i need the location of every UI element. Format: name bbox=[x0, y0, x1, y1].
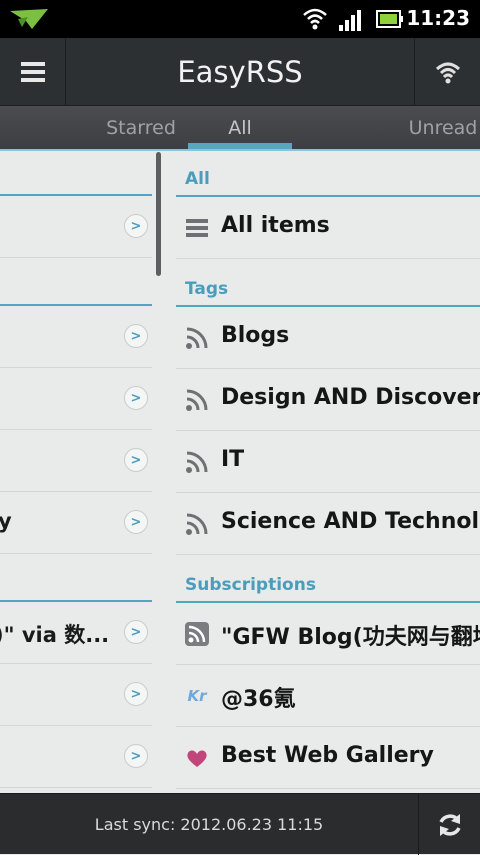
left-pane: > > > > y > )" via 数... > > > bbox=[0, 151, 152, 793]
chevron-right-icon[interactable]: > bbox=[124, 620, 148, 644]
list-item-tag[interactable]: Science AND Technology bbox=[176, 493, 480, 555]
tab-unread[interactable]: Unread bbox=[398, 106, 480, 150]
bottom-bar: Last sync: 2012.06.23 11:15 bbox=[0, 793, 480, 855]
chevron-right-icon[interactable]: > bbox=[124, 510, 148, 534]
wifi-icon bbox=[435, 62, 460, 84]
section-label: Tags bbox=[185, 279, 229, 299]
rss-icon bbox=[185, 388, 209, 412]
status-bar: 11:23 bbox=[0, 0, 480, 38]
list-item-tag[interactable]: IT bbox=[176, 431, 480, 493]
app-title: EasyRSS bbox=[177, 55, 303, 89]
list-item-text: y bbox=[0, 509, 12, 533]
rss-icon bbox=[185, 512, 209, 536]
network-button[interactable] bbox=[414, 38, 480, 106]
list-item-subscription[interactable]: Kr @36氪 bbox=[176, 665, 480, 727]
chevron-right-icon[interactable]: > bbox=[124, 448, 148, 472]
list-item-tag[interactable]: Blogs bbox=[176, 307, 480, 369]
item-label: Best Web Gallery bbox=[221, 743, 434, 768]
section-label: All bbox=[185, 169, 210, 189]
list-item[interactable]: y > bbox=[0, 492, 152, 554]
list-item[interactable]: > bbox=[0, 664, 152, 726]
list-item-text: )" via 数... bbox=[0, 623, 110, 647]
tab-starred[interactable]: Starred bbox=[90, 106, 192, 150]
list-item-subscription[interactable]: "GFW Blog(功夫网与翻墙 bbox=[176, 603, 480, 665]
section-header-all: All bbox=[176, 151, 480, 197]
section-label: Subscriptions bbox=[185, 575, 316, 595]
rss-icon bbox=[185, 450, 209, 474]
scrollbar[interactable] bbox=[156, 152, 161, 276]
menu-button[interactable] bbox=[0, 38, 66, 106]
status-time: 11:23 bbox=[406, 6, 470, 30]
item-label: Science AND Technology bbox=[221, 509, 480, 534]
cell-signal-icon bbox=[339, 10, 361, 31]
list-item-subscription[interactable]: Best Web Gallery bbox=[176, 727, 480, 789]
list-item[interactable]: > bbox=[0, 726, 152, 788]
app-bar: EasyRSS bbox=[0, 38, 480, 106]
feed-favicon-icon bbox=[185, 622, 209, 646]
chevron-right-icon[interactable]: > bbox=[124, 386, 148, 410]
chevron-right-icon[interactable]: > bbox=[124, 682, 148, 706]
list-item[interactable]: > bbox=[0, 196, 152, 258]
app-notification-icon bbox=[10, 9, 48, 29]
menu-icon bbox=[20, 62, 45, 82]
refresh-button[interactable] bbox=[418, 794, 480, 855]
wifi-signal-icon bbox=[303, 8, 327, 30]
section-header-tags: Tags bbox=[176, 261, 480, 307]
list-item-all-items[interactable]: All items bbox=[176, 197, 480, 259]
battery-icon bbox=[376, 10, 403, 28]
item-label: Design AND Discovery bbox=[221, 385, 480, 410]
item-label: Blogs bbox=[221, 323, 290, 348]
rss-icon bbox=[185, 326, 209, 350]
item-label: All items bbox=[221, 213, 330, 238]
list-item-tag[interactable]: Design AND Discovery bbox=[176, 369, 480, 431]
list-item[interactable]: > bbox=[0, 306, 152, 368]
list-item[interactable]: )" via 数... > bbox=[0, 602, 152, 664]
chevron-right-icon[interactable]: > bbox=[124, 214, 148, 238]
item-label: @36氪 bbox=[221, 687, 296, 712]
last-sync-text: Last sync: 2012.06.23 11:15 bbox=[94, 815, 324, 834]
list-item[interactable]: > bbox=[0, 430, 152, 492]
chevron-right-icon[interactable]: > bbox=[124, 324, 148, 348]
refresh-icon bbox=[438, 813, 461, 836]
section-header-subscriptions: Subscriptions bbox=[176, 557, 480, 603]
chevron-right-icon[interactable]: > bbox=[124, 744, 148, 768]
item-label: "GFW Blog(功夫网与翻墙 bbox=[221, 625, 480, 650]
heart-icon bbox=[185, 746, 209, 770]
item-label: IT bbox=[221, 447, 245, 472]
kr-logo-icon: Kr bbox=[187, 687, 207, 705]
right-pane: All All items Tags Blogs Design AND Disc… bbox=[176, 151, 480, 793]
list-icon bbox=[185, 216, 209, 240]
list-item[interactable]: > bbox=[0, 368, 152, 430]
